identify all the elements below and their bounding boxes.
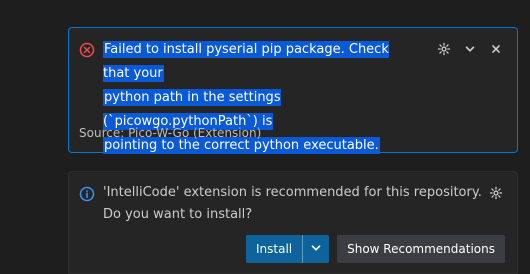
- gear-icon: [437, 42, 451, 56]
- chevron-down-icon: [309, 241, 323, 258]
- info-message-row: 'IntelliCode' extension is recommended f…: [79, 182, 482, 226]
- install-dropdown-button[interactable]: [303, 235, 329, 263]
- info-notification[interactable]: 'IntelliCode' extension is recommended f…: [68, 171, 518, 274]
- error-message-line-2: python path in the settings (`picowgo.py…: [103, 89, 281, 130]
- info-message-line-2: Do you want to install?: [103, 207, 253, 222]
- error-message-row: Failed to install pyserial pip package. …: [79, 38, 397, 158]
- error-close-button[interactable]: [485, 38, 507, 60]
- close-icon: [489, 42, 503, 56]
- error-expand-button[interactable]: [459, 38, 481, 60]
- info-message-line-1: 'IntelliCode' extension is recommended f…: [103, 185, 482, 200]
- error-message-text: Failed to install pyserial pip package. …: [103, 38, 397, 158]
- chevron-down-icon: [463, 42, 477, 56]
- info-message-text: 'IntelliCode' extension is recommended f…: [103, 182, 482, 226]
- error-settings-button[interactable]: [433, 38, 455, 60]
- gear-icon: [489, 186, 503, 200]
- error-icon: [79, 42, 95, 58]
- install-button-group: Install: [245, 235, 330, 263]
- info-settings-button[interactable]: [485, 182, 507, 204]
- error-notification[interactable]: Failed to install pyserial pip package. …: [68, 27, 518, 154]
- info-buttons: Install Show Recommendations: [245, 235, 505, 263]
- show-recommendations-button[interactable]: Show Recommendations: [337, 235, 505, 263]
- info-actions: [485, 182, 507, 204]
- error-message-line-1: Failed to install pyserial pip package. …: [103, 41, 389, 82]
- install-button[interactable]: Install: [246, 235, 304, 263]
- notification-source: Source: Pico-W-Go (Extension): [79, 126, 262, 140]
- error-actions: [433, 38, 507, 60]
- info-icon: [79, 186, 95, 202]
